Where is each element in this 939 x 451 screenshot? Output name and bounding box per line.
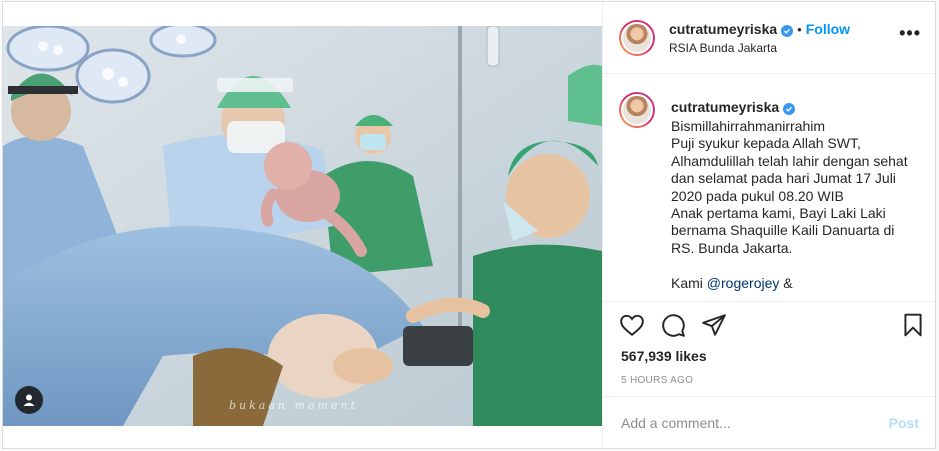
avatar[interactable]: [619, 20, 655, 56]
likes-count[interactable]: 567,939 likes: [621, 348, 707, 364]
share-button[interactable]: [701, 312, 727, 338]
verified-badge-icon: [783, 103, 796, 115]
user-tag-icon: [23, 394, 35, 406]
action-bar: [619, 312, 925, 342]
separator-dot: •: [797, 22, 802, 37]
caption-username[interactable]: cutratumeyriska: [671, 99, 779, 115]
save-button[interactable]: [900, 312, 926, 338]
comment-bubble-icon: [662, 314, 685, 337]
post-side-panel: cutratumeyriska • Follow RSIA Bunda Jakart…: [602, 2, 935, 448]
post-card: bukaan moment cutratumeyriska • Follow RSI…: [2, 1, 936, 449]
caption-section: cutratumeyriska Bismillahirrahmanirrahim…: [603, 74, 935, 302]
heart-icon: [620, 314, 644, 336]
post-timestamp[interactable]: 5 HOURS AGO: [621, 375, 693, 386]
bookmark-icon: [904, 313, 922, 337]
comment-input[interactable]: [619, 411, 873, 435]
tagged-users-button[interactable]: [15, 386, 43, 414]
comment-button[interactable]: [660, 312, 686, 338]
photo-watermark: bukaan moment: [229, 399, 358, 412]
caption-text: Bismillahirrahmanirrahim Puji syukur kep…: [671, 118, 919, 292]
caption-line: Kami @rogerojey &: [671, 275, 919, 292]
caption-prefix: Kami: [671, 274, 707, 291]
caption-line: Bismillahirrahmanirrahim: [671, 118, 826, 134]
post-comment-button[interactable]: Post: [889, 415, 919, 431]
post-header: cutratumeyriska • Follow RSIA Bunda Jakart…: [603, 2, 935, 74]
caption-line: Anak pertama kami, Bayi Laki Laki bernam…: [671, 205, 895, 256]
mention-link[interactable]: @rogerojey: [707, 275, 780, 291]
more-options-icon[interactable]: •••: [899, 24, 921, 42]
delivery-room-photo: [3, 26, 602, 426]
post-photo[interactable]: bukaan moment: [3, 26, 602, 426]
comment-bar: Post: [603, 396, 935, 448]
follow-button[interactable]: Follow: [806, 21, 850, 37]
post-location[interactable]: RSIA Bunda Jakarta: [669, 41, 777, 55]
like-button[interactable]: [619, 312, 645, 338]
caption-avatar[interactable]: [619, 92, 655, 128]
verified-badge-icon: [781, 25, 794, 37]
author-username[interactable]: cutratumeyriska: [669, 21, 777, 37]
caption-suffix: &: [779, 274, 793, 291]
paper-plane-icon: [702, 314, 726, 336]
caption-line: Puji syukur kepada Allah SWT, Alhamdulil…: [671, 135, 908, 204]
